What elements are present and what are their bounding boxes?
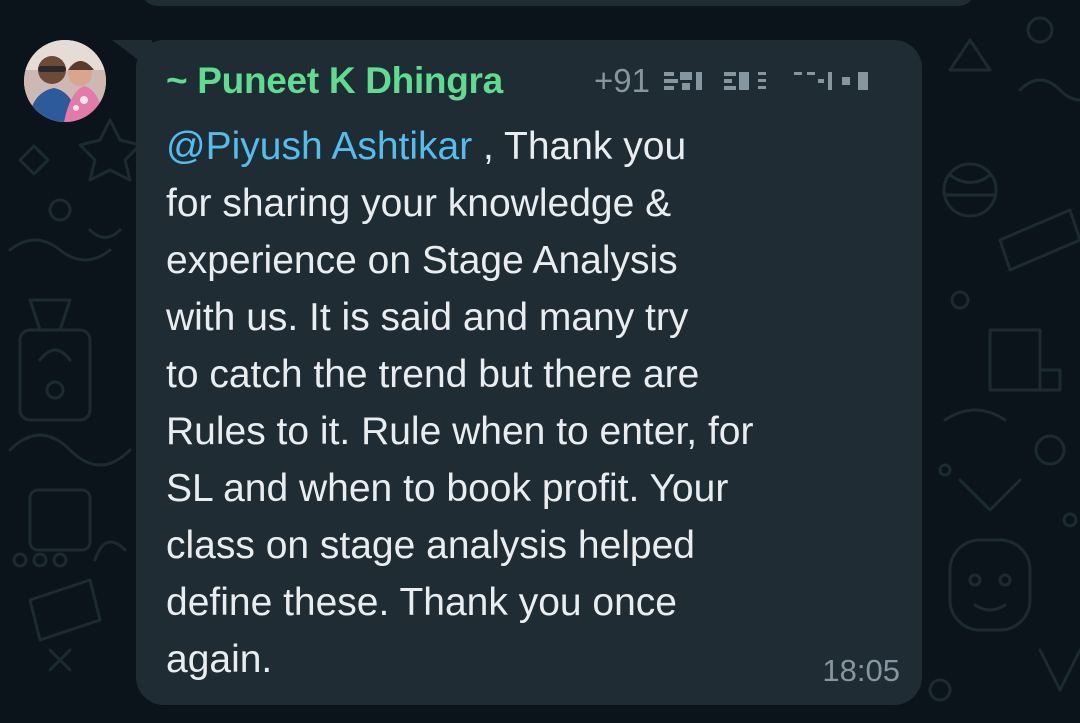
message-line-text: , Thank you [472,125,687,168]
message-line: class on stage analysis helped [166,524,695,567]
message-line: for sharing your knowledge & [166,182,672,225]
previous-message-bubble [140,0,976,6]
sender-row: ~ Puneet K Dhingra +91 [166,58,894,104]
message-line: Rules to it. Rule when to enter, for [166,410,754,453]
message-line: to catch the trend but there are [166,353,700,396]
sender-avatar[interactable] [24,40,106,122]
sender-phone: +91 [594,62,894,100]
message-timestamp: 18:05 [822,653,900,688]
redacted-phone-number [664,72,868,90]
message-line: with us. It is said and many try [166,296,689,339]
message-line: define these. Thank you once [166,581,677,624]
message-line: experience on Stage Analysis [166,239,678,282]
message-text: @Piyush Ashtikar , Thank you for sharing… [166,118,896,688]
message-line: again. [166,638,273,681]
message-bubble[interactable]: ~ Puneet K Dhingra +91 @Piyush Ashtikar … [136,40,922,705]
sender-phone-prefix: +91 [594,62,650,99]
sender-name[interactable]: ~ Puneet K Dhingra [166,60,503,102]
message-line: @Piyush Ashtikar , Thank you [166,118,896,175]
mention-link[interactable]: @Piyush Ashtikar [166,125,472,168]
message-line: SL and when to book profit. Your [166,467,729,510]
profile-photo-icon [24,40,106,122]
